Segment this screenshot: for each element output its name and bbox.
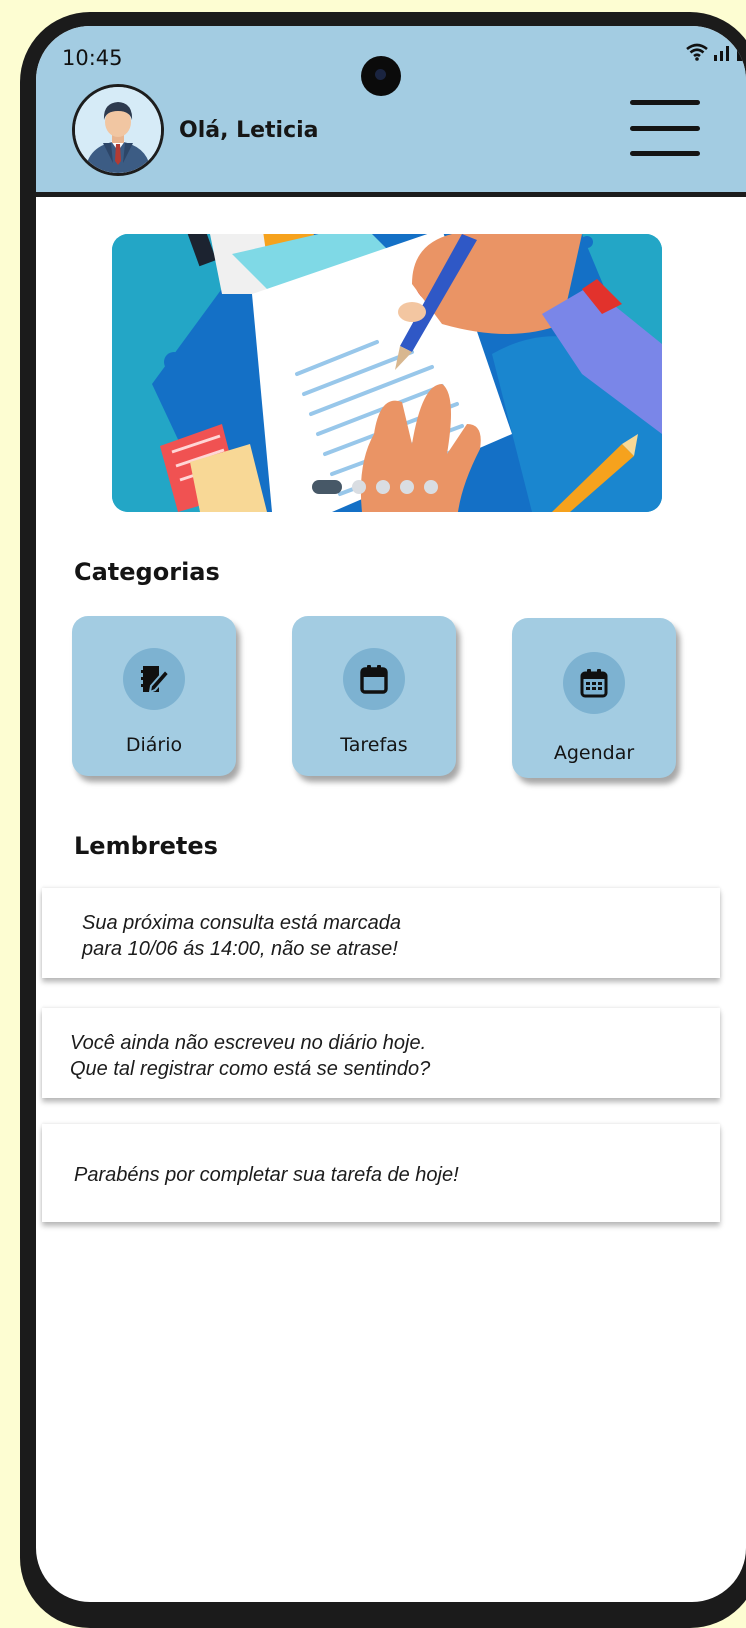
app-header: 10:45 Olá, Leticia (36, 26, 746, 197)
calendar-task-icon (343, 648, 405, 710)
journal-icon (123, 648, 185, 710)
user-avatar-icon (75, 87, 161, 173)
menu-line (630, 125, 700, 131)
category-label-diario: Diário (125, 734, 183, 756)
menu-line (630, 151, 700, 156)
category-agendar-button[interactable]: Agendar (512, 618, 676, 778)
status-icons (686, 43, 746, 61)
hamburger-menu-icon[interactable] (630, 100, 700, 156)
carousel-dot[interactable] (376, 480, 390, 494)
reminder-text: Sua próxima consulta está marcada para 1… (82, 912, 402, 960)
menu-line (630, 100, 700, 105)
category-tarefas-button[interactable]: Tarefas (292, 616, 456, 776)
carousel-dot-active[interactable] (312, 480, 342, 494)
carousel-dot[interactable] (352, 480, 366, 494)
reminders-title: Lembretes (74, 832, 218, 860)
categories-title: Categorias (74, 558, 220, 586)
reminder-text: Parabéns por completar sua tarefa de hoj… (74, 1164, 459, 1186)
category-diario-button[interactable]: Diário (72, 616, 236, 776)
signal-icon (714, 46, 729, 61)
calendar-schedule-icon (563, 652, 625, 714)
front-camera (361, 56, 401, 96)
carousel-dot[interactable] (400, 480, 414, 494)
carousel-dots (312, 480, 438, 494)
category-label-tarefas: Tarefas (340, 734, 408, 756)
writing-journal-illustration (112, 234, 662, 512)
greeting-text: Olá, Leticia (179, 118, 319, 143)
carousel-dot[interactable] (424, 480, 438, 494)
banner-carousel[interactable] (112, 234, 662, 512)
app-screen: 10:45 Olá, Leticia Categorias Diário Tar… (36, 26, 746, 1602)
wifi-icon (686, 43, 708, 61)
category-label-agendar: Agendar (553, 742, 635, 764)
reminder-card[interactable]: Você ainda não escreveu no diário hoje. … (42, 1008, 720, 1098)
user-avatar[interactable] (72, 84, 164, 176)
phone-frame: 10:45 Olá, Leticia Categorias Diário Tar… (20, 12, 746, 1628)
battery-icon (737, 44, 745, 61)
reminder-card[interactable]: Sua próxima consulta está marcada para 1… (42, 888, 720, 978)
reminder-card[interactable]: Parabéns por completar sua tarefa de hoj… (42, 1124, 720, 1222)
reminder-text: Você ainda não escreveu no diário hoje. … (70, 1032, 431, 1080)
status-time: 10:45 (62, 46, 123, 70)
